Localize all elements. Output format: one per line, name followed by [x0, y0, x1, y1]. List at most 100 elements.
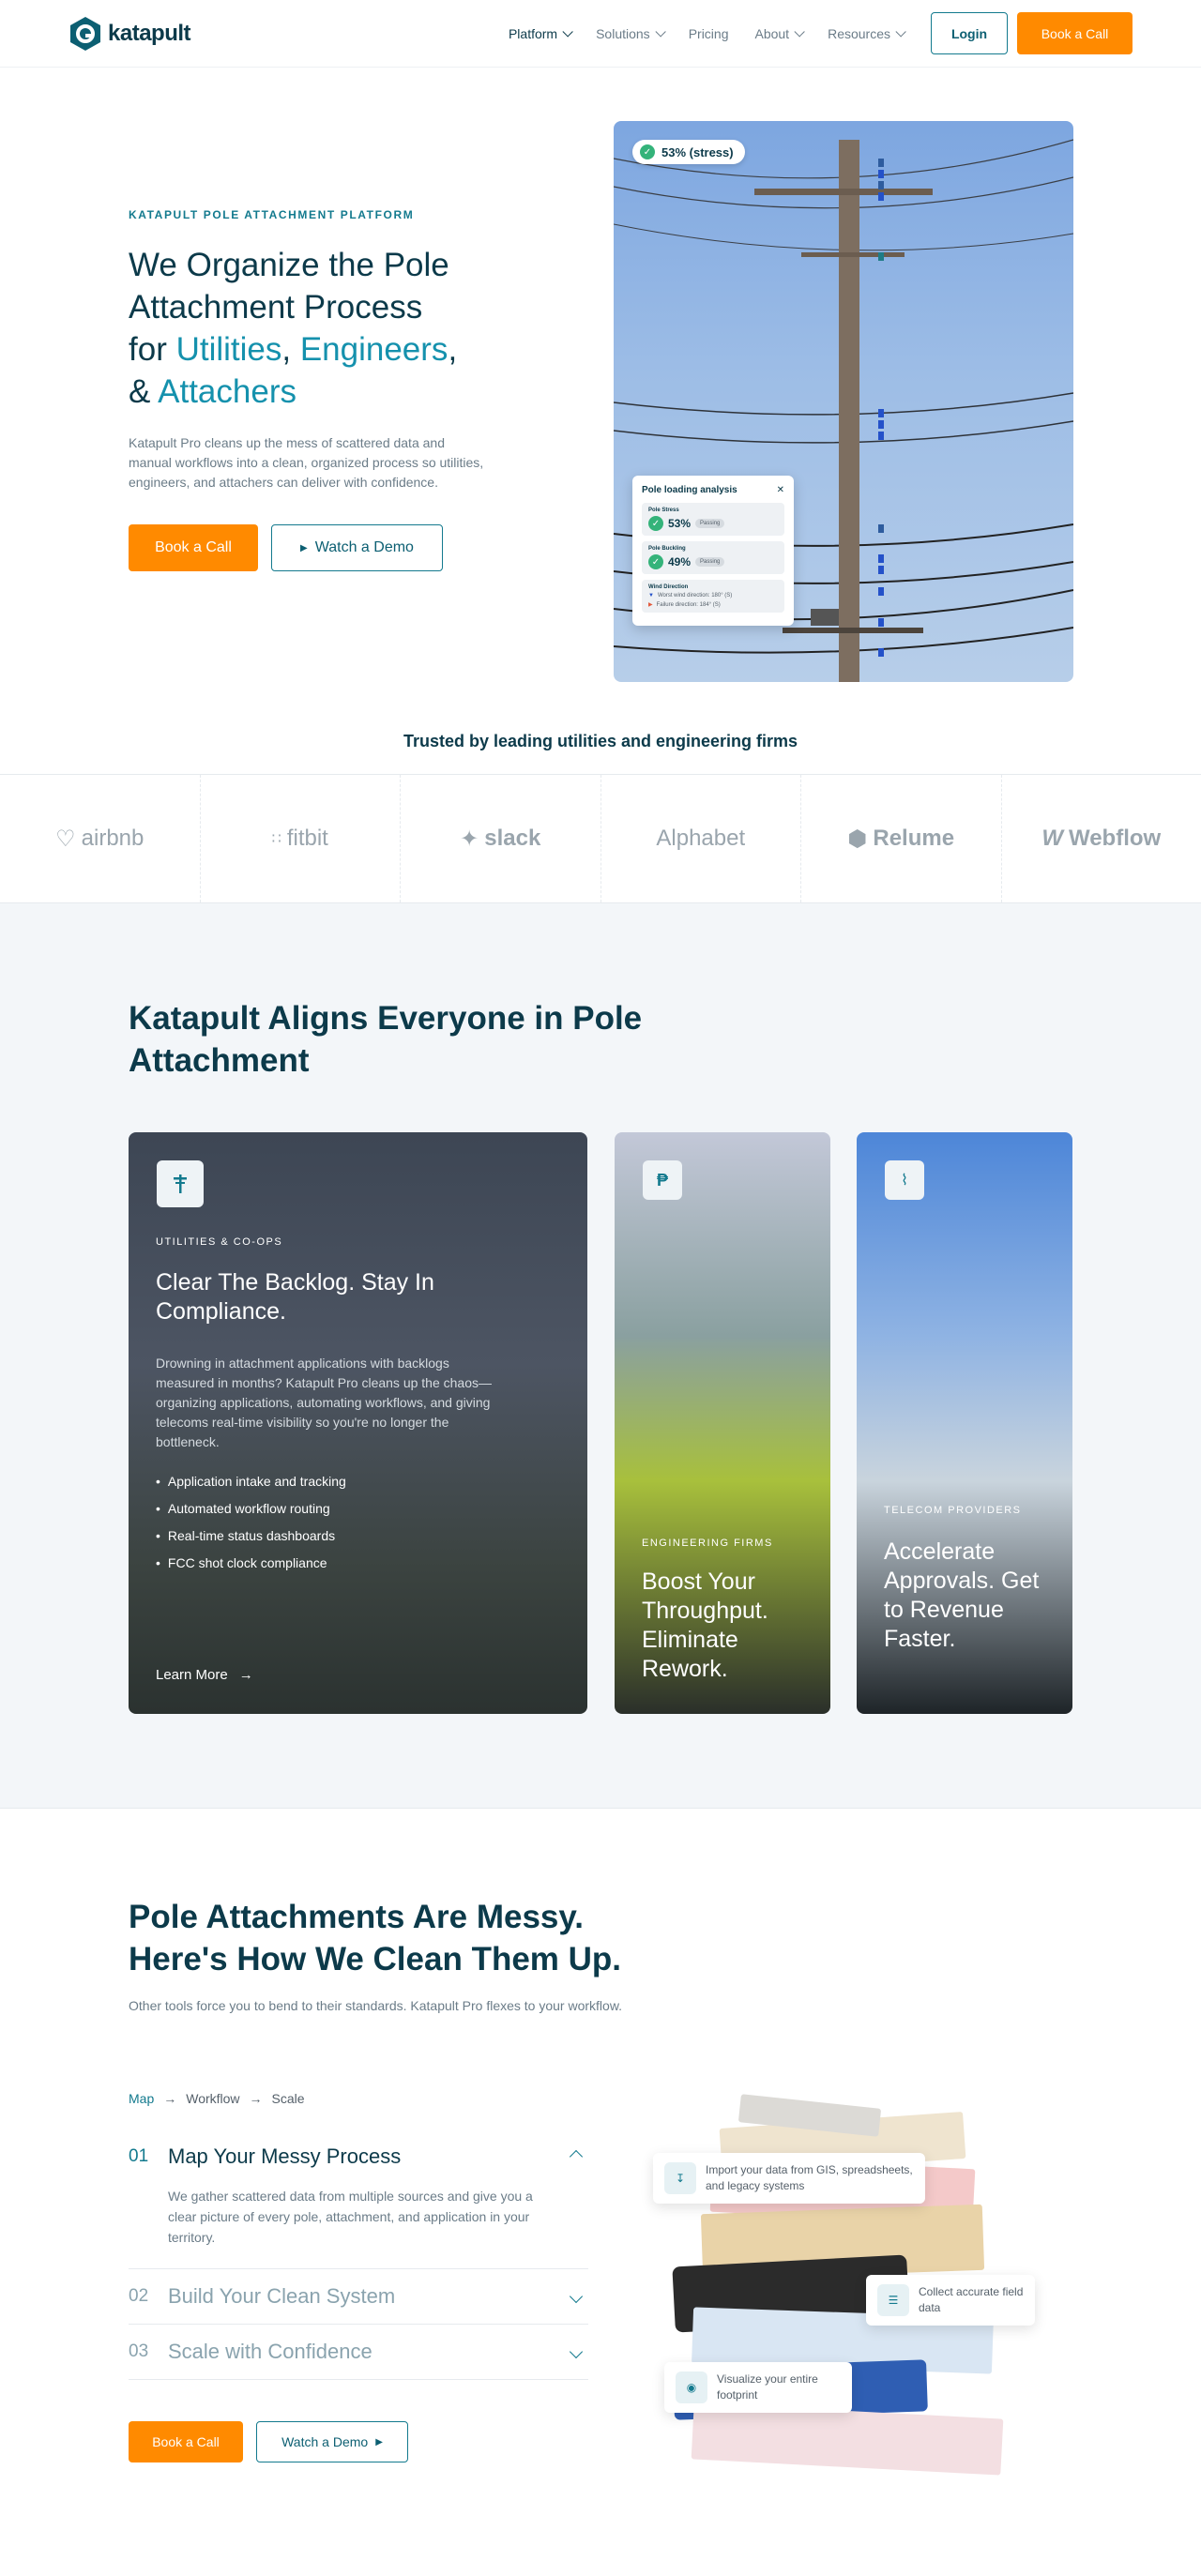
attachment-tag [878, 566, 884, 574]
hero-comma: , [281, 331, 300, 368]
learn-more-label: Learn More [156, 1667, 228, 1683]
relume-logo: ⬢ Relume [801, 775, 1002, 902]
step-build[interactable]: 02 Build Your Clean System [129, 2269, 588, 2325]
close-icon[interactable]: ✕ [777, 485, 784, 495]
chevron-down-icon[interactable] [569, 2344, 584, 2359]
step-number: 03 [129, 2341, 149, 2361]
hero-watch-demo-button[interactable]: ▶ Watch a Demo [271, 524, 443, 571]
hero-description: Katapult Pro cleans up the mess of scatt… [129, 435, 484, 490]
import-data-callout: ↧ Import your data from GIS, spreadsheet… [653, 2153, 925, 2204]
breadcrumb-scale[interactable]: Scale [272, 2091, 305, 2106]
attachment-tag [878, 618, 884, 627]
step-title: Scale with Confidence [168, 2340, 372, 2363]
messy-buttons: Book a Call Watch a Demo ▶ [129, 2421, 408, 2462]
chevron-down-icon [794, 25, 805, 38]
arrow-right-icon: → [163, 2091, 177, 2106]
nav-platform-label: Platform [508, 25, 558, 41]
attachment-tag [878, 420, 884, 429]
chevron-down-icon[interactable] [569, 2289, 584, 2304]
hero-ampersand: & [129, 373, 159, 410]
download-icon: ↧ [664, 2162, 696, 2194]
watch-demo-label: Watch a Demo [281, 2434, 369, 2449]
nav-about[interactable]: About [754, 26, 805, 41]
play-icon: ▶ [300, 542, 308, 553]
hero-copy: KATAPULT POLE ATTACHMENT PLATFORM We Org… [129, 208, 523, 571]
nav-resources[interactable]: Resources [828, 25, 906, 41]
attachment-tag [878, 170, 884, 178]
nav-menu: Platform Solutions Pricing About Resourc… [509, 12, 1133, 54]
feature-item: Application intake and tracking [156, 1468, 346, 1495]
nav-platform[interactable]: Platform [508, 25, 573, 41]
card-title: Accelerate Approvals. Get to Revenue Fas… [884, 1538, 1040, 1652]
antenna-icon: ⌇ [885, 1160, 924, 1200]
client-logos: ♡ airbnb ∷ fitbit ✦ slack Alphabet ⬢ Relume … [0, 774, 1201, 903]
step-map[interactable]: 01 Map Your Messy Process We gather scatt… [129, 2129, 588, 2269]
hero-title-line1: We Organize the Pole [129, 247, 449, 283]
breadcrumb-workflow[interactable]: Workflow [186, 2091, 239, 2106]
wind-arrow-icon: ▼ [648, 593, 654, 599]
nav-pricing[interactable]: Pricing [689, 26, 729, 41]
attachment-tag [878, 192, 884, 201]
katapult-logo[interactable]: katapult [68, 16, 191, 52]
airbnb-icon: ♡ [55, 826, 76, 852]
failure-direction-text: Failure direction: 184° (S) [656, 601, 721, 608]
messy-subtitle: Other tools force you to bend to their s… [129, 1998, 623, 2013]
card-title: Boost Your Throughput. Eliminate Rework. [642, 1568, 768, 1682]
step-title: Map Your Messy Process [168, 2144, 402, 2168]
hero-title: We Organize the Pole Attachment Process … [129, 244, 523, 413]
trusted-title: Trusted by leading utilities and enginee… [403, 732, 798, 750]
chevron-up-icon[interactable] [569, 2149, 584, 2164]
telecom-card[interactable]: ⌇ TELECOM PROVIDERS Accelerate Approvals… [857, 1132, 1072, 1714]
hero-title-line2: Attachment Process [129, 289, 423, 326]
passing-badge: Passing [695, 557, 725, 567]
nav-solutions[interactable]: Solutions [596, 26, 666, 41]
utilities-card[interactable]: UTILITIES & CO-OPS Clear The Backlog. St… [129, 1132, 587, 1714]
fitbit-label: fitbit [286, 826, 328, 851]
messy-title-line1: Pole Attachments Are Messy. [129, 1899, 584, 1935]
check-icon: ✓ [648, 516, 663, 531]
relume-label: Relume [873, 826, 955, 851]
wind-direction-card: Wind Direction ▼ Worst wind direction: 18… [642, 580, 784, 613]
watch-demo-label: Watch a Demo [314, 539, 414, 555]
nav-resources-label: Resources [828, 25, 890, 41]
align-title: Katapult Aligns Everyone in Pole Attachm… [129, 1000, 643, 1079]
messy-title: Pole Attachments Are Messy. Here's How W… [129, 1896, 710, 1980]
passing-badge: Passing [695, 519, 725, 528]
breadcrumb-map[interactable]: Map [129, 2091, 154, 2106]
card-eyebrow: TELECOM PROVIDERS [884, 1505, 1022, 1516]
attachment-tag [878, 181, 884, 189]
eye-icon: ◉ [676, 2371, 707, 2403]
hero-book-call-button[interactable]: Book a Call [129, 524, 258, 571]
login-button[interactable]: Login [931, 12, 1008, 54]
card-eyebrow: ENGINEERING FIRMS [642, 1538, 773, 1549]
attachment-tag [878, 432, 884, 440]
step-scale[interactable]: 03 Scale with Confidence [129, 2325, 588, 2380]
hero-section: KATAPULT POLE ATTACHMENT PLATFORM We Org… [0, 68, 1201, 715]
book-call-nav-button[interactable]: Book a Call [1017, 12, 1133, 54]
attachment-tag [878, 159, 884, 167]
learn-more-link[interactable]: Learn More → [156, 1667, 253, 1683]
hero-title-for: for [129, 331, 176, 368]
step-title: Build Your Clean System [168, 2284, 396, 2308]
pole-buckling-label: Pole Buckling [648, 546, 686, 552]
webflow-label: Webflow [1068, 826, 1162, 851]
airbnb-logo: ♡ airbnb [0, 775, 201, 902]
compass-icon: ₱ [643, 1160, 682, 1200]
align-section: Katapult Aligns Everyone in Pole Attachm… [0, 903, 1201, 1809]
messy-watch-demo-button[interactable]: Watch a Demo ▶ [256, 2421, 408, 2462]
messy-book-call-button[interactable]: Book a Call [129, 2421, 243, 2462]
attachment-tag [878, 524, 884, 533]
alphabet-logo: Alphabet [601, 775, 801, 902]
pole-hero-image: ✓ 53% (stress) Pole loading analysis ✕ Pol… [614, 121, 1073, 682]
webflow-logo: W Webflow [1002, 775, 1201, 902]
visualize-callout: ◉ Visualize your entire footprint [664, 2362, 852, 2413]
feature-item: Real-time status dashboards [156, 1523, 346, 1550]
webflow-icon: W [1041, 826, 1063, 851]
stress-pill-text: 53% (stress) [661, 144, 734, 159]
nav-pricing-label: Pricing [688, 25, 729, 41]
engineering-card[interactable]: ₱ ENGINEERING FIRMS Boost Your Throughpu… [615, 1132, 830, 1714]
pole-stress-label: Pole Stress [648, 508, 679, 513]
pole-icon [157, 1160, 204, 1207]
top-nav: katapult Platform Solutions Pricing Abou… [0, 0, 1201, 68]
pole-buckling-value: 49% [668, 555, 692, 568]
